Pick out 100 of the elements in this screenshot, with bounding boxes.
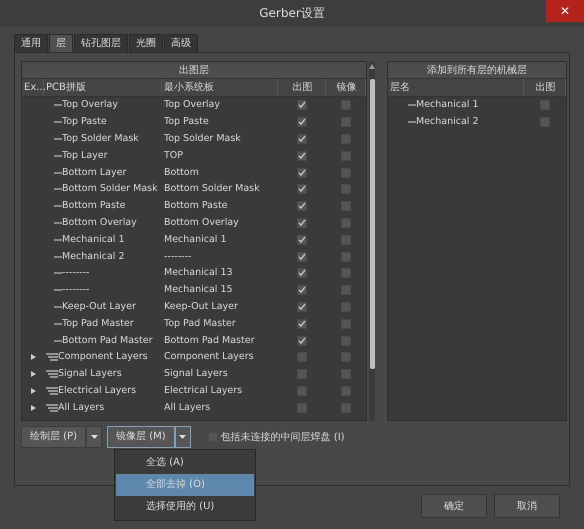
checkbox[interactable]: [341, 117, 351, 128]
tree-line-icon: [54, 188, 62, 190]
layer-name: Mechanical 13: [164, 267, 233, 278]
layer-name: Top Solder Mask: [62, 132, 139, 146]
layer-name: Top Pad Master: [164, 318, 236, 329]
tree-line-icon: [54, 104, 62, 106]
checkbox[interactable]: [297, 386, 307, 396]
checkbox[interactable]: [297, 268, 307, 278]
checkbox[interactable]: [540, 117, 550, 128]
checkbox[interactable]: [297, 285, 307, 296]
checkbox[interactable]: [341, 369, 351, 380]
layer-name: Top Overlay: [62, 98, 118, 112]
dropdown-button[interactable]: [86, 426, 102, 448]
checkbox[interactable]: [341, 268, 351, 278]
checkbox[interactable]: [341, 252, 351, 262]
checkbox[interactable]: [297, 234, 307, 245]
layer-name: --------: [62, 283, 90, 298]
column-header[interactable]: 出图: [536, 79, 556, 96]
layer-group-icon: [46, 370, 58, 378]
tab[interactable]: 通用: [14, 34, 48, 52]
tree-line-icon: [54, 322, 62, 325]
layer-group-icon: [46, 353, 58, 362]
checkbox[interactable]: [341, 302, 351, 312]
checkbox[interactable]: [341, 402, 351, 413]
checkbox[interactable]: [297, 352, 307, 362]
layer-name: Bottom Layer: [62, 166, 126, 180]
checkbox[interactable]: [297, 168, 307, 178]
scroll-up-icon[interactable]: [369, 64, 375, 68]
checkbox[interactable]: [297, 318, 307, 329]
menu-item[interactable]: 全选 (A): [116, 452, 254, 474]
dropdown-button[interactable]: [174, 426, 191, 448]
checkbox[interactable]: [341, 352, 351, 362]
layer-name: Keep-Out Layer: [62, 300, 136, 314]
expand-arrow-icon[interactable]: [30, 354, 36, 360]
checkbox[interactable]: [297, 117, 307, 128]
checkbox[interactable]: [297, 336, 307, 346]
layer-name: Component Layers: [58, 350, 148, 364]
cancel-button[interactable]: 取消: [494, 494, 560, 518]
scrollbar[interactable]: [369, 61, 375, 421]
column-header[interactable]: 最小系统板: [164, 82, 214, 93]
column-header[interactable]: 层名: [390, 79, 410, 96]
layer-name: Signal Layers: [164, 368, 228, 380]
column-header[interactable]: PCB拼版: [46, 78, 86, 96]
layer-name: Top Paste: [164, 116, 209, 128]
checkbox[interactable]: [341, 150, 351, 161]
layer-name: Bottom Pad Master: [62, 334, 152, 348]
checkbox[interactable]: [297, 184, 307, 194]
expand-arrow-icon[interactable]: [30, 388, 36, 394]
tree-line-icon: [54, 172, 62, 174]
expand-arrow-icon[interactable]: [30, 404, 36, 411]
checkbox[interactable]: [297, 134, 307, 144]
mirror-layers-button[interactable]: 镜像层 (M): [107, 426, 175, 448]
tree-line-icon: [54, 289, 62, 292]
caret-icon: [179, 435, 186, 439]
checkbox[interactable]: [341, 168, 351, 178]
layer-name: Electrical Layers: [58, 384, 136, 398]
tree-line-icon: [54, 256, 62, 258]
layer-name: Bottom Paste: [164, 200, 228, 212]
checkbox[interactable]: [297, 201, 307, 212]
checkbox[interactable]: [297, 402, 307, 413]
checkbox[interactable]: [341, 184, 351, 194]
checkbox[interactable]: [297, 302, 307, 312]
tree-line-icon: [408, 104, 416, 106]
checkbox[interactable]: [341, 201, 351, 212]
layer-name: Top Layer: [62, 148, 108, 163]
checkbox[interactable]: [341, 285, 351, 296]
checkbox[interactable]: [297, 150, 307, 161]
checkbox[interactable]: [341, 318, 351, 329]
checkbox[interactable]: [341, 336, 351, 346]
checkbox[interactable]: [540, 100, 550, 110]
checkbox[interactable]: [341, 218, 351, 228]
column-header[interactable]: 出图: [292, 79, 312, 96]
checkbox[interactable]: [297, 100, 307, 110]
checkbox[interactable]: [341, 134, 351, 144]
menu-item[interactable]: 选择使用的 (U): [116, 496, 254, 518]
tab[interactable]: 钻孔图层: [74, 34, 128, 52]
checkbox[interactable]: [341, 234, 351, 245]
tab[interactable]: 层: [49, 34, 73, 52]
layer-name: Mechanical 1: [164, 234, 227, 245]
ok-button[interactable]: 确定: [421, 494, 487, 518]
checkbox[interactable]: [341, 386, 351, 396]
plot-layers-button[interactable]: 绘制层 (P): [21, 426, 86, 448]
tab[interactable]: 高级: [164, 34, 198, 52]
expand-arrow-icon[interactable]: [30, 371, 36, 378]
checkbox[interactable]: [297, 369, 307, 380]
checkbox[interactable]: [341, 100, 351, 110]
column-header[interactable]: 镜像: [336, 79, 356, 96]
layer-name: Top Overlay: [164, 99, 220, 110]
layer-name: Keep-Out Layer: [164, 300, 238, 312]
checkbox[interactable]: [297, 252, 307, 262]
checkbox[interactable]: [297, 218, 307, 228]
tree-line-icon: [54, 222, 62, 224]
layer-name: Bottom: [164, 166, 199, 178]
column-header[interactable]: Ex...: [24, 78, 46, 96]
tab[interactable]: 光圈: [129, 34, 163, 52]
layer-name: Top Pad Master: [62, 316, 134, 331]
close-button[interactable]: ✕: [546, 0, 584, 22]
tree-line-icon: [54, 121, 62, 124]
scroll-thumb[interactable]: [370, 78, 374, 368]
layer-name: Mechanical 1: [62, 232, 125, 247]
